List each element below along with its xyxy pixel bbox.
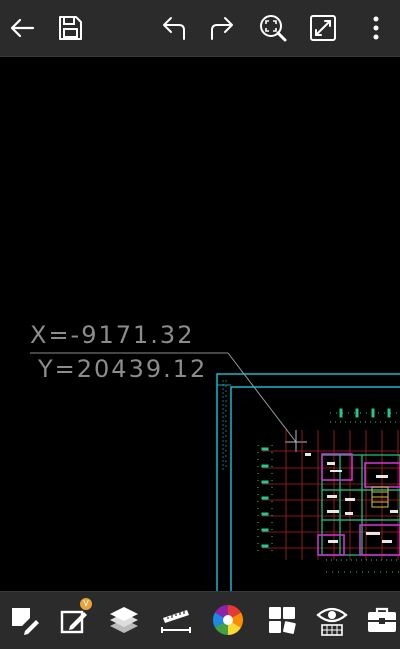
save-button[interactable] <box>50 8 90 48</box>
more-vert-icon <box>373 16 379 40</box>
layers-icon <box>110 607 138 633</box>
coordinate-leader-line <box>227 352 297 443</box>
blocks-button[interactable] <box>262 600 302 640</box>
fullscreen-button[interactable] <box>303 8 343 48</box>
undo-button[interactable] <box>154 8 194 48</box>
back-arrow-icon <box>10 18 35 38</box>
blocks-icon <box>269 607 296 634</box>
save-icon <box>59 16 82 40</box>
annotate-button[interactable]: V <box>54 598 94 640</box>
color-wheel-icon <box>212 605 244 635</box>
layers-button[interactable] <box>104 600 144 640</box>
drawing-canvas[interactable]: X=-9171.32 Y=20439.12 <box>0 57 400 591</box>
drawing-frame <box>216 373 400 591</box>
top-toolbar <box>0 0 400 57</box>
redo-icon <box>211 17 233 40</box>
zoom-extents-icon <box>260 15 287 42</box>
measure-button[interactable] <box>156 600 196 640</box>
cursor-crosshair <box>285 430 307 452</box>
fullscreen-icon <box>310 15 336 41</box>
view-button[interactable] <box>312 600 352 640</box>
redo-button[interactable] <box>202 8 242 48</box>
color-button[interactable] <box>208 600 248 640</box>
bottom-toolbar: V <box>0 591 400 649</box>
more-options-button[interactable] <box>356 8 396 48</box>
undo-icon <box>163 17 185 40</box>
toolbox-icon <box>368 607 396 632</box>
view-icon <box>316 607 348 636</box>
toolbox-button[interactable] <box>362 600 400 640</box>
edit-tool-icon <box>12 608 39 635</box>
zoom-extents-button[interactable] <box>253 8 293 48</box>
annotate-badge: V <box>80 598 92 610</box>
measure-icon <box>161 610 191 633</box>
back-button[interactable] <box>2 8 42 48</box>
edit-tool-button[interactable] <box>4 600 44 640</box>
cad-drawing <box>30 352 400 591</box>
